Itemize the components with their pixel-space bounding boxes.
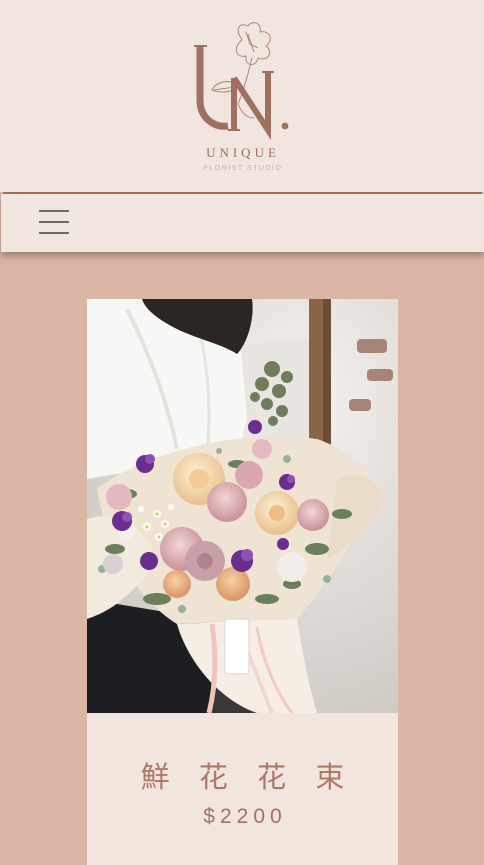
site-header: UNIQUE FLORIST STUDIO <box>0 0 484 192</box>
brand-logo[interactable]: UNIQUE FLORIST STUDIO <box>188 18 298 176</box>
brand-tagline: FLORIST STUDIO <box>203 165 283 172</box>
brand-name: UNIQUE <box>206 145 280 160</box>
product-price: $2200 <box>203 805 287 828</box>
product-card[interactable]: 鮮 花 花 束 $2200 <box>87 299 398 865</box>
hamburger-menu-icon[interactable] <box>37 207 71 237</box>
page: UNIQUE FLORIST STUDIO 鮮 花 花 束 $2200 <box>0 0 484 865</box>
nav-bar <box>1 194 484 252</box>
menu-bar-middle <box>39 221 69 223</box>
menu-bar-top <box>39 210 69 212</box>
logo-mark <box>194 22 289 141</box>
menu-bar-bottom <box>39 232 69 234</box>
flower-bouquet-photo[interactable] <box>87 299 398 713</box>
product-name: 鮮 花 花 束 <box>140 760 355 794</box>
